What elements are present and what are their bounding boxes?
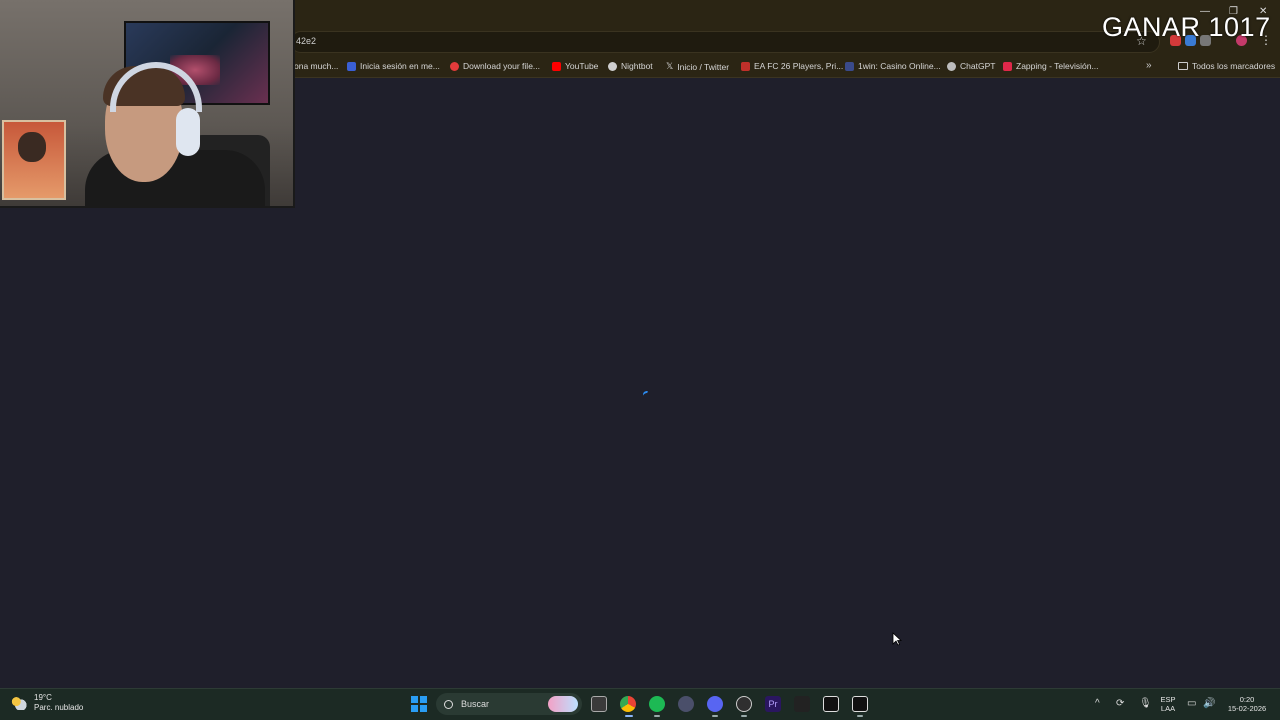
active-app-indicator	[625, 715, 633, 717]
display-icon[interactable]: ▭	[1187, 698, 1196, 709]
sync-icon[interactable]: ⟳	[1116, 698, 1124, 709]
app-icon[interactable]	[852, 696, 868, 712]
stream-overlay-text: GANAR 1017	[1102, 12, 1271, 42]
language-code: ESP	[1160, 695, 1176, 704]
bookmark-item[interactable]: YouTube	[552, 61, 598, 71]
spotify-icon[interactable]	[649, 696, 665, 712]
clock-date: 15-02-2026	[1227, 704, 1267, 713]
clock-time: 0:20	[1239, 695, 1255, 704]
casino-icon	[845, 61, 854, 71]
language-indicator[interactable]: ESP LAA	[1159, 695, 1177, 713]
folder-icon	[1178, 62, 1188, 70]
bookmark-item[interactable]: ona much...	[294, 61, 338, 71]
nightbot-icon	[608, 61, 617, 71]
x-icon: 𝕏	[666, 61, 674, 71]
bookmark-item[interactable]: EA FC 26 Players, Pri...	[741, 61, 843, 71]
bookmark-label: Download your file...	[463, 61, 541, 71]
premiere-pro-icon[interactable]: Pr	[765, 696, 781, 712]
chevron-up-icon[interactable]: ^	[1095, 698, 1100, 709]
app-icon[interactable]	[794, 696, 810, 712]
app-icon[interactable]	[678, 696, 694, 712]
bookmark-item[interactable]: Download your file...	[450, 61, 540, 71]
app-icon[interactable]	[823, 696, 839, 712]
search-icon	[444, 699, 453, 709]
bookmark-label: Todos los marcadores	[1192, 61, 1276, 71]
bookmark-item[interactable]: 1win: Casino Online...	[845, 61, 941, 71]
bookmark-item[interactable]: 𝕏 Inicio / Twitter	[666, 61, 729, 72]
bookmark-label: EA FC 26 Players, Pri...	[754, 61, 844, 71]
search-label: Buscar	[461, 699, 490, 709]
task-view-icon[interactable]	[591, 696, 607, 712]
screen: — ❐ ✕ 42e2 ☆ ⋮ ona much... Inicia sesión…	[0, 0, 1280, 720]
download-icon	[450, 61, 459, 71]
steam-icon[interactable]	[736, 696, 752, 712]
mouse-cursor-icon	[892, 632, 902, 646]
zapping-icon	[1003, 61, 1012, 71]
bookmark-label: ona much...	[294, 61, 339, 71]
bookmark-label: Nightbot	[621, 61, 653, 71]
windows-start-icon[interactable]	[411, 696, 427, 712]
loading-spinner-icon	[642, 390, 651, 399]
weather-description: Parc. nublado	[34, 703, 84, 712]
weather-temperature: 19°C	[34, 693, 52, 702]
bookmark-label: Inicio / Twitter	[677, 61, 730, 72]
bookmark-item[interactable]: ChatGPT	[947, 61, 995, 71]
bookmark-item[interactable]: Zapping - Televisión...	[1003, 61, 1099, 71]
bookmark-label: Inicia sesión en me...	[360, 61, 440, 71]
partly-cloudy-icon	[10, 696, 28, 710]
app-indicator	[857, 715, 863, 717]
webcam-feed	[0, 0, 295, 208]
search-highlight-icon[interactable]	[548, 696, 578, 712]
bookmark-label: Zapping - Televisión...	[1016, 61, 1099, 71]
all-bookmarks-folder[interactable]: Todos los marcadores	[1178, 61, 1275, 71]
bookmark-label: YouTube	[565, 61, 599, 71]
keyboard-layout: LAA	[1160, 704, 1176, 713]
url-text[interactable]: 42e2	[296, 36, 316, 46]
app-indicator	[712, 715, 718, 717]
microphone-icon[interactable]: 🎙	[1139, 698, 1152, 709]
app-indicator	[654, 715, 660, 717]
webcam-border	[0, 0, 295, 208]
bookmark-label: 1win: Casino Online...	[858, 61, 941, 71]
address-bar[interactable]	[290, 31, 1160, 53]
chrome-icon[interactable]	[620, 696, 636, 712]
youtube-icon	[552, 61, 561, 71]
clock[interactable]: 0:20 15-02-2026	[1224, 695, 1270, 713]
volume-icon[interactable]: 🔊	[1203, 698, 1215, 709]
chatgpt-icon	[947, 61, 956, 71]
bookmark-item[interactable]: Inicia sesión en me...	[347, 61, 440, 71]
bookmark-item[interactable]: Nightbot	[608, 61, 653, 71]
bookmark-label: ChatGPT	[960, 61, 996, 71]
app-indicator	[741, 715, 747, 717]
taskbar	[0, 688, 1280, 720]
more-bookmarks-chevron-icon[interactable]: »	[1146, 60, 1152, 71]
futbin-icon	[741, 61, 750, 71]
login-icon	[347, 61, 356, 71]
weather-widget[interactable]: 19°C Parc. nublado	[10, 693, 83, 713]
discord-icon[interactable]	[707, 696, 723, 712]
